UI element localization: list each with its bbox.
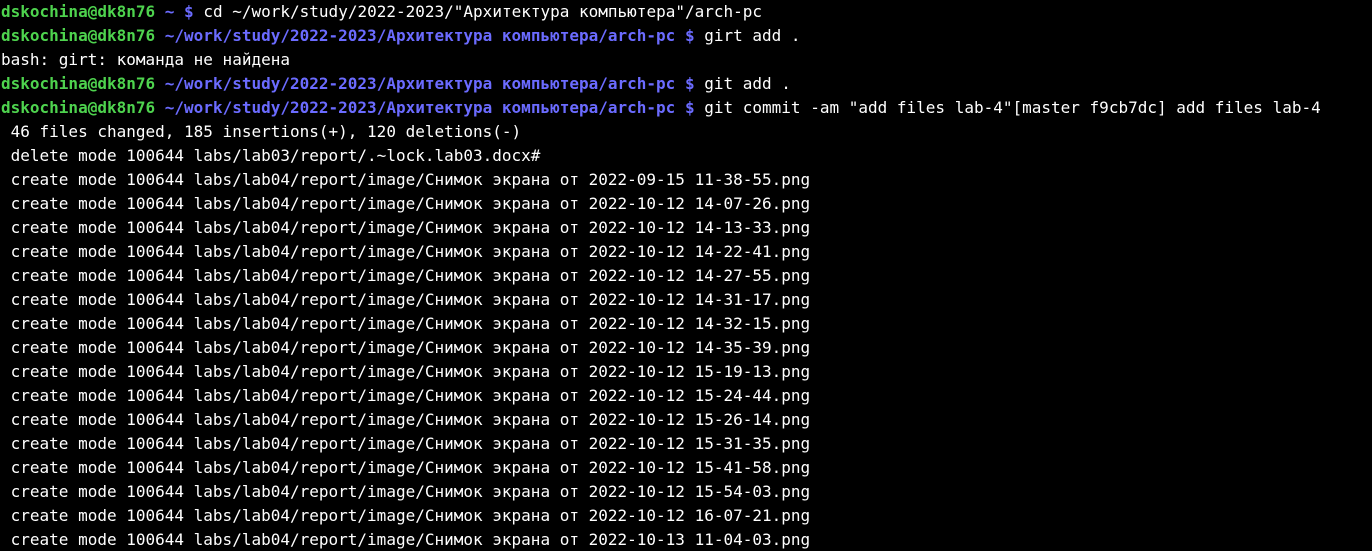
prompt-path: ~: [164, 2, 175, 21]
output-line: create mode 100644 labs/lab04/report/ima…: [1, 266, 811, 285]
prompt-user-host: dskochina@dk8n76: [1, 2, 156, 21]
output-line: create mode 100644 labs/lab04/report/ima…: [1, 194, 811, 213]
prompt-line: dskochina@dk8n76 ~ $ cd ~/work/study/202…: [0, 0, 1372, 24]
output-line: create mode 100644 labs/lab04/report/ima…: [1, 482, 811, 501]
error-output-line: bash: girt: команда не найдена: [1, 50, 290, 69]
prompt-symbol: $: [184, 2, 194, 21]
command-text: girt add .: [704, 26, 801, 45]
output-line: create mode 100644 labs/lab04/report/ima…: [1, 410, 811, 429]
prompt-symbol: $: [684, 98, 695, 117]
output-line: create mode 100644 labs/lab04/report/ima…: [1, 218, 811, 237]
output-line: create mode 100644 labs/lab04/report/ima…: [1, 314, 811, 333]
command-text: git commit -am "add files lab-4"[master …: [704, 98, 1321, 117]
output-line: create mode 100644 labs/lab04/report/ima…: [1, 242, 811, 261]
output-line: delete mode 100644 labs/lab03/report/.~l…: [1, 146, 541, 165]
output-line: create mode 100644 labs/lab04/report/ima…: [1, 386, 811, 405]
output-line: create mode 100644 labs/lab04/report/ima…: [1, 338, 811, 357]
prompt-symbol: $: [684, 26, 695, 45]
output-line: 46 files changed, 185 insertions(+), 120…: [1, 122, 522, 141]
prompt-path: ~/work/study/2022-2023/Архитектура компь…: [164, 74, 676, 93]
prompt-line: dskochina@dk8n76 ~/work/study/2022-2023/…: [0, 24, 1372, 48]
prompt-line: dskochina@dk8n76 ~/work/study/2022-2023/…: [0, 96, 1372, 120]
output-line: create mode 100644 labs/lab04/report/ima…: [1, 290, 811, 309]
command-text: cd ~/work/study/2022-2023/"Архитектура к…: [203, 2, 763, 21]
prompt-path: ~/work/study/2022-2023/Архитектура компь…: [164, 98, 676, 117]
prompt-user-host: dskochina@dk8n76: [1, 26, 156, 45]
output-line: create mode 100644 labs/lab04/report/ima…: [1, 434, 811, 453]
command-text: git add .: [704, 74, 791, 93]
prompt-symbol: $: [684, 74, 695, 93]
output-line: create mode 100644 labs/lab04/report/ima…: [1, 530, 811, 549]
prompt-user-host: dskochina@dk8n76: [1, 98, 156, 117]
output-line: create mode 100644 labs/lab04/report/ima…: [1, 362, 811, 381]
prompt-line: dskochina@dk8n76 ~/work/study/2022-2023/…: [0, 72, 1372, 96]
output-line: create mode 100644 labs/lab04/report/ima…: [1, 458, 811, 477]
output-line: create mode 100644 labs/lab04/report/ima…: [1, 170, 811, 189]
prompt-path: ~/work/study/2022-2023/Архитектура компь…: [164, 26, 676, 45]
output-line: create mode 100644 labs/lab04/report/ima…: [1, 506, 811, 525]
terminal-window[interactable]: dskochina@dk8n76 ~ $ cd ~/work/study/202…: [0, 0, 1372, 551]
prompt-user-host: dskochina@dk8n76: [1, 74, 156, 93]
